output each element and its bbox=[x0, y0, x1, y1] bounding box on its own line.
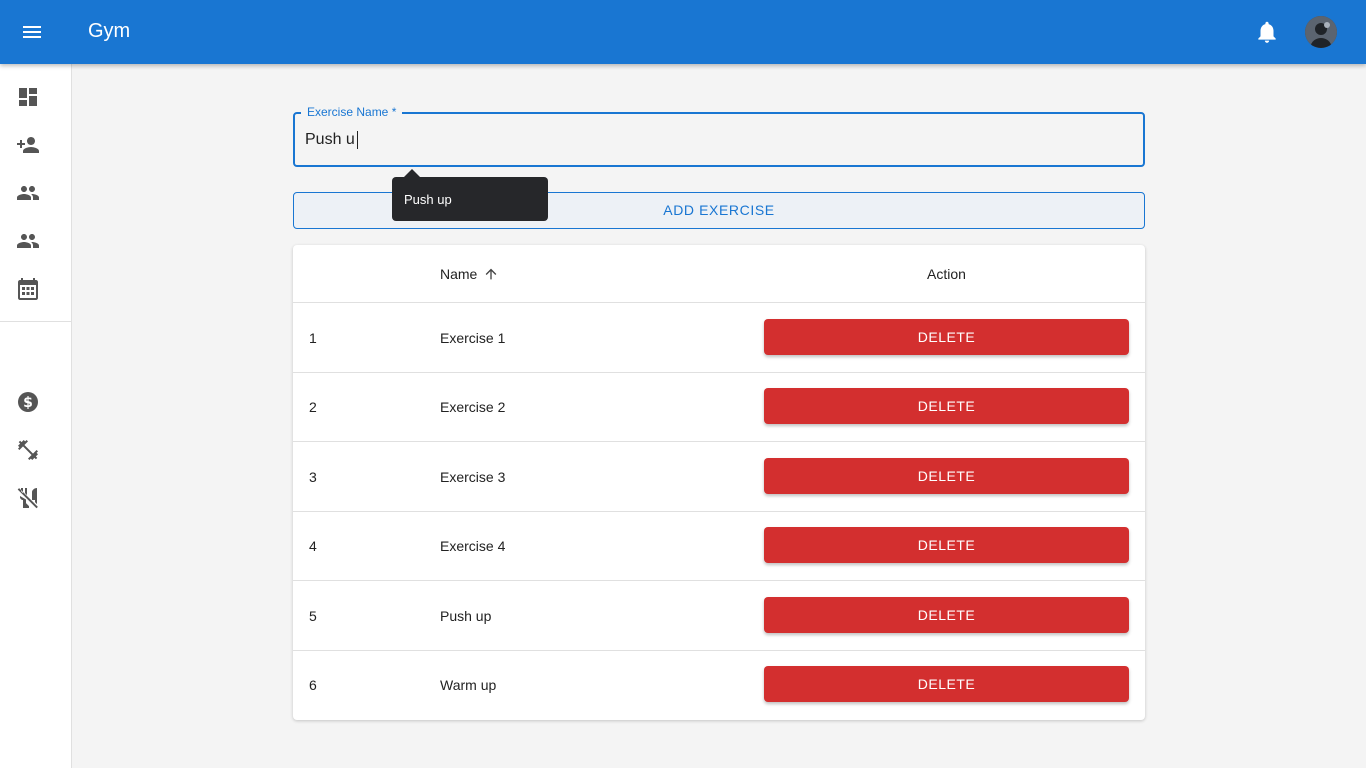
dashboard-icon[interactable] bbox=[16, 85, 40, 109]
table-row: 1 Exercise 1 DELETE bbox=[293, 303, 1145, 373]
no-meals-icon[interactable] bbox=[16, 486, 40, 510]
sidebar: $ bbox=[0, 64, 72, 768]
fitness-icon[interactable] bbox=[16, 438, 40, 462]
suggestion-label: Push up bbox=[404, 192, 452, 207]
text-caret bbox=[357, 131, 358, 149]
table-row: 5 Push up DELETE bbox=[293, 581, 1145, 651]
row-name: Exercise 4 bbox=[440, 538, 506, 554]
table-row: 3 Exercise 3 DELETE bbox=[293, 442, 1145, 512]
delete-button[interactable]: DELETE bbox=[764, 527, 1129, 563]
user-avatar[interactable] bbox=[1305, 16, 1337, 48]
column-header-action: Action bbox=[927, 266, 966, 282]
svg-text:$: $ bbox=[23, 395, 33, 411]
table-header: Name Action bbox=[293, 245, 1145, 303]
row-id: 2 bbox=[309, 399, 317, 415]
app-title: Gym bbox=[88, 20, 131, 42]
row-name: Exercise 1 bbox=[440, 330, 506, 346]
menu-icon[interactable] bbox=[16, 16, 48, 48]
row-id: 6 bbox=[309, 677, 317, 693]
column-header-name[interactable]: Name bbox=[440, 266, 477, 282]
exercise-name-input[interactable] bbox=[305, 126, 1125, 154]
delete-button[interactable]: DELETE bbox=[764, 458, 1129, 494]
table-row: 6 Warm up DELETE bbox=[293, 650, 1145, 720]
row-id: 5 bbox=[309, 608, 317, 624]
delete-button[interactable]: DELETE bbox=[764, 597, 1129, 633]
table-row: 2 Exercise 2 DELETE bbox=[293, 372, 1145, 442]
delete-button[interactable]: DELETE bbox=[764, 666, 1129, 702]
people-icon[interactable] bbox=[16, 229, 40, 253]
delete-button[interactable]: DELETE bbox=[764, 319, 1129, 355]
dollar-icon[interactable]: $ bbox=[16, 390, 40, 414]
row-id: 1 bbox=[309, 330, 317, 346]
calendar-icon[interactable] bbox=[16, 277, 40, 301]
row-name: Push up bbox=[440, 608, 492, 624]
row-name: Warm up bbox=[440, 677, 497, 693]
exercise-name-label: Exercise Name * bbox=[301, 105, 403, 119]
sort-ascending-icon[interactable] bbox=[483, 266, 499, 282]
app-bar: Gym bbox=[0, 0, 1366, 64]
row-id: 4 bbox=[309, 538, 317, 554]
row-name: Exercise 3 bbox=[440, 469, 506, 485]
sidebar-divider bbox=[0, 321, 71, 322]
row-name: Exercise 2 bbox=[440, 399, 506, 415]
bell-icon[interactable] bbox=[1254, 19, 1280, 45]
person-add-icon[interactable] bbox=[16, 133, 40, 157]
exercise-table: Name Action 1 Exercise 1 DELETE 2 Exerci… bbox=[293, 245, 1145, 720]
table-row: 4 Exercise 4 DELETE bbox=[293, 511, 1145, 581]
row-id: 3 bbox=[309, 469, 317, 485]
delete-button[interactable]: DELETE bbox=[764, 388, 1129, 424]
people-icon[interactable] bbox=[16, 181, 40, 205]
autocomplete-suggestion[interactable]: Push up bbox=[392, 177, 548, 221]
